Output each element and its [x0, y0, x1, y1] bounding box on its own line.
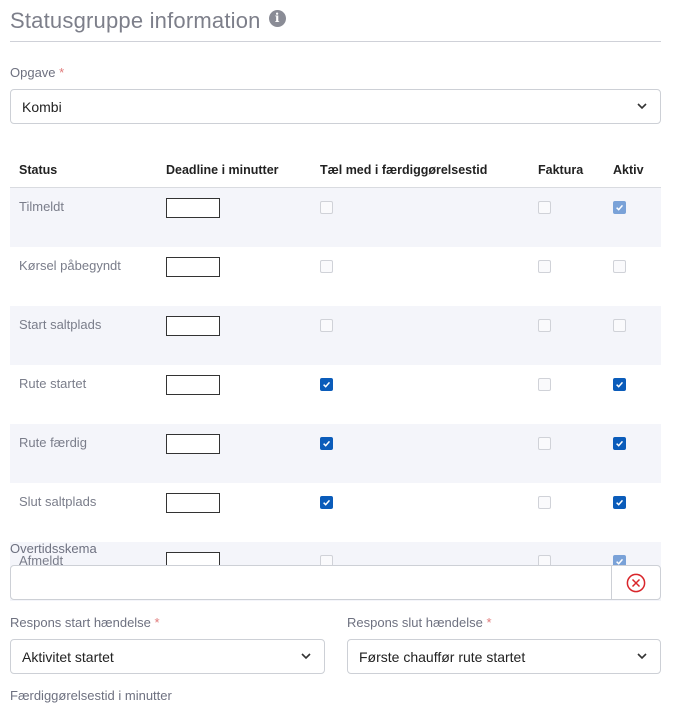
- table-header-row: Status Deadline i minutter Tæl med i fær…: [10, 152, 661, 188]
- checkmark-icon: [323, 499, 331, 506]
- faktura-checkbox[interactable]: [538, 496, 551, 509]
- status-table: Status Deadline i minutter Tæl med i fær…: [10, 152, 661, 601]
- opgave-select[interactable]: Kombi: [10, 89, 661, 124]
- column-header-deadline: Deadline i minutter: [166, 152, 320, 188]
- faerdig-label: Færdiggørelsestid i minutter: [10, 688, 172, 703]
- taelmed-checkbox[interactable]: [320, 437, 333, 450]
- respons-slut-label-text: Respons slut hændelse: [347, 615, 483, 630]
- table-row: Tilmeldt: [10, 187, 661, 247]
- respons-slut-value: Første chauffør rute startet: [359, 648, 526, 665]
- status-name: Tilmeldt: [10, 187, 166, 247]
- faktura-checkbox[interactable]: [538, 201, 551, 214]
- column-header-faktura: Faktura: [538, 152, 613, 188]
- taelmed-checkbox[interactable]: [320, 201, 333, 214]
- required-mark: *: [154, 615, 160, 630]
- column-header-status: Status: [10, 152, 166, 188]
- checkmark-icon: [616, 204, 624, 211]
- deadline-input[interactable]: [166, 257, 220, 277]
- taelmed-checkbox[interactable]: [320, 378, 333, 391]
- opgave-label-text: Opgave: [10, 65, 56, 80]
- title-divider: [10, 41, 661, 42]
- checkmark-icon: [616, 440, 624, 447]
- aktiv-checkbox[interactable]: [613, 437, 626, 450]
- aktiv-checkbox[interactable]: [613, 319, 626, 332]
- deadline-input[interactable]: [166, 198, 220, 218]
- status-name: Start saltplads: [10, 306, 166, 365]
- status-name: Slut saltplads: [19, 494, 97, 509]
- faktura-checkbox[interactable]: [538, 319, 551, 332]
- clear-button[interactable]: [611, 566, 660, 599]
- respons-slut-select[interactable]: Første chauffør rute startet: [347, 639, 661, 674]
- deadline-input[interactable]: [166, 316, 220, 336]
- required-mark: *: [59, 65, 65, 80]
- required-mark: *: [486, 615, 492, 630]
- taelmed-checkbox[interactable]: [320, 496, 333, 509]
- clear-icon: [626, 573, 646, 592]
- table-row: Rute færdig: [10, 424, 661, 483]
- table-row: Start saltplads: [10, 306, 661, 365]
- table-row: Rute startet: [10, 365, 661, 424]
- status-name: Kørsel påbegyndt: [19, 258, 121, 273]
- section-header: Statusgruppe information i: [10, 8, 286, 34]
- chevron-down-icon: [637, 653, 647, 660]
- respons-start-label-text: Respons start hændelse: [10, 615, 151, 630]
- status-name: Rute færdig: [10, 424, 166, 483]
- overtid-field[interactable]: [10, 565, 661, 600]
- overtid-label: Overtidsskema: [10, 541, 97, 556]
- opgave-select-value: Kombi: [22, 98, 62, 115]
- deadline-input[interactable]: [166, 493, 220, 513]
- deadline-input[interactable]: [166, 375, 220, 395]
- chevron-down-icon: [301, 653, 311, 660]
- aktiv-checkbox[interactable]: [613, 496, 626, 509]
- table-row: Slut saltplads: [10, 483, 661, 542]
- opgave-label: Opgave *: [10, 65, 64, 80]
- table-row: Kørsel påbegyndt: [10, 247, 661, 306]
- respons-start-select[interactable]: Aktivitet startet: [10, 639, 325, 674]
- faktura-checkbox[interactable]: [538, 378, 551, 391]
- respons-start-value: Aktivitet startet: [22, 648, 114, 665]
- page-title: Statusgruppe information: [10, 8, 261, 33]
- checkmark-icon: [323, 381, 331, 388]
- deadline-input[interactable]: [166, 434, 220, 454]
- aktiv-checkbox[interactable]: [613, 378, 626, 391]
- respons-slut-label: Respons slut hændelse *: [347, 615, 492, 630]
- faktura-checkbox[interactable]: [538, 437, 551, 450]
- column-header-taelmed: Tæl med i færdiggørelsestid: [320, 152, 538, 188]
- respons-start-label: Respons start hændelse *: [10, 615, 160, 630]
- aktiv-checkbox[interactable]: [613, 201, 626, 214]
- checkmark-icon: [616, 381, 624, 388]
- status-table-body: Tilmeldt Kørsel påbegyndt Start saltplads R…: [10, 187, 661, 601]
- taelmed-checkbox[interactable]: [320, 260, 333, 273]
- faktura-checkbox[interactable]: [538, 260, 551, 273]
- checkmark-icon: [616, 499, 624, 506]
- aktiv-checkbox[interactable]: [613, 260, 626, 273]
- checkmark-icon: [323, 440, 331, 447]
- taelmed-checkbox[interactable]: [320, 319, 333, 332]
- info-icon[interactable]: i: [268, 9, 286, 27]
- status-name: Rute startet: [19, 376, 87, 391]
- chevron-down-icon: [637, 103, 647, 110]
- column-header-aktiv: Aktiv: [613, 152, 661, 188]
